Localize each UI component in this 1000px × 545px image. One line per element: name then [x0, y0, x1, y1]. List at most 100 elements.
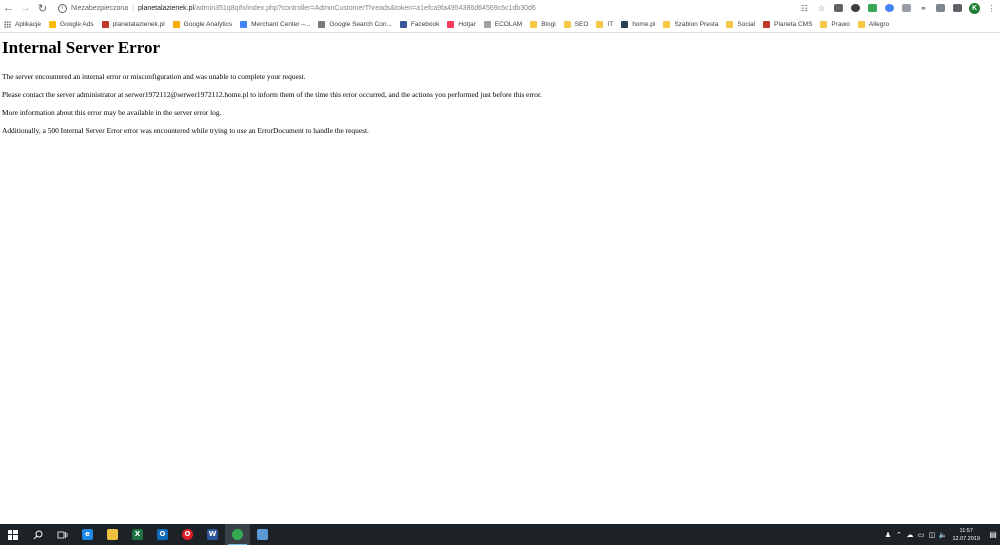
- volume-icon[interactable]: 🔈: [937, 531, 948, 539]
- reload-icon[interactable]: ↻: [34, 0, 51, 16]
- bookmark-item[interactable]: planetalazienek.pl: [98, 17, 169, 32]
- taskbar-clock[interactable]: 11:57 12.07.2019: [952, 527, 980, 543]
- bookmark-item[interactable]: Google Analytics: [169, 17, 236, 32]
- bookmark-label: Facebook: [410, 20, 440, 28]
- outlook-icon: O: [157, 529, 168, 540]
- bookmarks-bar: Aplikacje Google Ads planetalazienek.pl Goo…: [0, 16, 1000, 33]
- url-host[interactable]: planetalazienek.pl: [138, 5, 194, 12]
- address-bar[interactable]: i Niezabezpieczona | planetalazienek.pl …: [54, 1, 794, 15]
- opera-icon: O: [182, 529, 193, 540]
- error-paragraph: The server encountered an internal error…: [2, 72, 306, 81]
- people-icon[interactable]: ♟: [882, 531, 893, 539]
- edge-icon: e: [82, 529, 93, 540]
- taskbar-app-excel[interactable]: X: [125, 524, 150, 545]
- bookmark-item[interactable]: Google Ads: [45, 17, 98, 32]
- clock-date: 12.07.2019: [952, 535, 980, 542]
- bookmark-item[interactable]: Hotjar: [443, 17, 479, 32]
- taskbar-app-outlook[interactable]: O: [150, 524, 175, 545]
- bookmark-item[interactable]: Planeta CMS: [759, 17, 816, 32]
- error-paragraph: More information about this error may be…: [2, 108, 222, 117]
- taskbar-app-edge[interactable]: e: [75, 524, 100, 545]
- bookmark-item[interactable]: Social: [722, 17, 759, 32]
- taskbar-app-word[interactable]: W: [200, 524, 225, 545]
- extension-icon[interactable]: [932, 0, 949, 16]
- bookmark-item[interactable]: SEO: [560, 17, 593, 32]
- folder-icon: [530, 20, 538, 28]
- bookmark-label: Google Analytics: [183, 20, 233, 28]
- menu-kebab-icon[interactable]: ⋮: [983, 0, 1000, 16]
- bookmark-star-icon[interactable]: ☆: [813, 0, 830, 16]
- bookmark-label: SEO: [574, 20, 589, 28]
- profile-avatar[interactable]: K: [966, 0, 983, 16]
- notification-icon[interactable]: ▤: [986, 530, 1000, 539]
- windows-logo-icon: [7, 529, 18, 540]
- system-tray: ♟ ⌃ ☁ ▭ ◫ 🔈 11:57 12.07.2019 ▤: [882, 524, 1000, 545]
- bookmark-label: Google Ads: [60, 20, 94, 28]
- extension-icon[interactable]: [830, 0, 847, 16]
- info-icon[interactable]: i: [58, 3, 67, 13]
- bookmark-item[interactable]: Allegro: [854, 17, 893, 32]
- pinned-apps: eXOOW: [75, 524, 275, 545]
- chrome-icon: [232, 529, 243, 540]
- task-view-button[interactable]: [50, 524, 75, 545]
- error-page: Internal Server Error The server encount…: [2, 38, 992, 144]
- bookmark-item[interactable]: ECOLAM: [480, 17, 526, 32]
- bookmark-item[interactable]: home.pl: [617, 17, 659, 32]
- bookmark-label: Allegro: [868, 20, 890, 28]
- bookmark-item[interactable]: Prawo: [816, 17, 853, 32]
- security-label[interactable]: Niezabezpieczona: [71, 5, 128, 12]
- folder-icon: [663, 20, 671, 28]
- clock-time: 11:57: [959, 527, 973, 534]
- bookmark-item[interactable]: Aplikacje: [0, 17, 45, 32]
- omnibox-separator: |: [132, 4, 135, 12]
- folder-icon: [726, 20, 734, 28]
- bookmark-label: planetalazienek.pl: [112, 20, 165, 28]
- search-button[interactable]: [25, 524, 50, 545]
- analytics-icon: [172, 20, 180, 28]
- url-path[interactable]: /admin351q8qifx/index.php?controller=Adm…: [194, 5, 536, 12]
- extension-icon[interactable]: [881, 0, 898, 16]
- error-paragraph: Please contact the server administrator …: [2, 90, 542, 99]
- task-view-icon: [57, 531, 68, 538]
- bookmark-item[interactable]: Facebook: [396, 17, 444, 32]
- folder-icon: [857, 20, 865, 28]
- bookmark-item[interactable]: Merchant Center –...: [236, 17, 314, 32]
- bookmark-label: home.pl: [632, 20, 656, 28]
- bookmark-label: Aplikacje: [15, 20, 42, 28]
- chevron-up-icon[interactable]: ⌃: [893, 531, 904, 539]
- excel-icon: X: [132, 529, 143, 540]
- taskbar-app-notes[interactable]: [250, 524, 275, 545]
- back-arrow-icon[interactable]: ←: [0, 0, 17, 16]
- taskbar-app-file-explorer[interactable]: [100, 524, 125, 545]
- network-icon[interactable]: ◫: [926, 531, 937, 539]
- bookmark-label: Hotjar: [458, 20, 476, 28]
- translate-icon[interactable]: ☷: [796, 0, 813, 16]
- windows-taskbar: e X O O W ♟ ⌃ ☁ ▭ ◫ 🔈 11:57 12.07.2019 ▤: [0, 524, 1000, 545]
- bookmark-item[interactable]: Blogi: [526, 17, 559, 32]
- start-button[interactable]: [0, 524, 25, 545]
- notes-icon: [257, 529, 268, 540]
- bookmark-item[interactable]: IT: [592, 17, 617, 32]
- folder-icon: [596, 20, 604, 28]
- bookmark-item[interactable]: Szablon Presta: [659, 17, 722, 32]
- bookmark-label: Planeta CMS: [774, 20, 813, 28]
- search-console-icon: [318, 20, 326, 28]
- ecolam-icon: [483, 20, 491, 28]
- extension-icon[interactable]: [898, 0, 915, 16]
- planeta-icon: [101, 20, 109, 28]
- page-title: Internal Server Error: [2, 38, 160, 57]
- battery-icon[interactable]: ▭: [915, 531, 926, 539]
- bookmark-item[interactable]: Google Search Con...: [314, 17, 396, 32]
- extension-icon[interactable]: [847, 0, 864, 16]
- apps-icon: [4, 20, 11, 28]
- bookmark-label: Blogi: [541, 20, 556, 28]
- link-icon[interactable]: ⚭: [915, 0, 932, 16]
- taskbar-app-opera[interactable]: O: [175, 524, 200, 545]
- browser-toolbar: ← → ↻ i Niezabezpieczona | planetalazien…: [0, 0, 1000, 16]
- bookmark-label: Prawo: [831, 20, 850, 28]
- extension-icon[interactable]: [949, 0, 966, 16]
- taskbar-app-chrome[interactable]: [225, 524, 250, 545]
- forward-arrow-icon[interactable]: →: [17, 0, 34, 16]
- cloud-icon[interactable]: ☁: [904, 531, 915, 539]
- extension-icon[interactable]: [864, 0, 881, 16]
